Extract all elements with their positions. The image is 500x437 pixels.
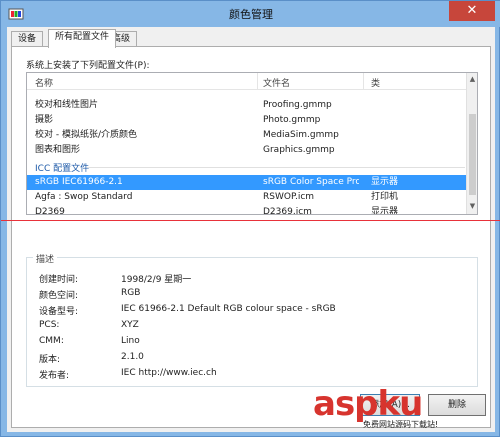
watermark-subtext: 免费网站源码下载站! xyxy=(363,420,439,429)
profile-name: 摄影 xyxy=(35,115,54,125)
list-item[interactable]: D2369 D2369.icm 显示器 xyxy=(27,205,468,215)
close-button[interactable]: ✕ xyxy=(449,1,495,21)
profile-name: 校对和线性图片 xyxy=(35,100,99,110)
scroll-thumb[interactable] xyxy=(469,114,476,195)
profiles-list[interactable]: 名称 文件名 类 校对和线性图片 Proofing.gmmp 摄影 Photo.… xyxy=(26,72,478,215)
desc-key: 创建时间: xyxy=(39,275,79,285)
color-management-window: 颜色管理 ✕ 设备 所有配置文件 高级 系统上安装了下列配置文件(P): 名称 … xyxy=(0,0,500,437)
profile-class: 显示器 xyxy=(371,177,399,187)
profile-filename: Photo.gmmp xyxy=(263,115,321,125)
profile-name: D2369 xyxy=(35,207,65,215)
profile-filename: D2369.icm xyxy=(263,207,312,215)
desc-value: IEC http://www.iec.ch xyxy=(121,368,217,378)
list-item[interactable]: Agfa : Swop Standard RSWOP.icm 打印机 xyxy=(27,190,468,205)
list-item[interactable]: 图表和图形 Graphics.gmmp xyxy=(27,143,468,158)
desc-key: 颜色空间: xyxy=(39,291,79,301)
desc-value: Lino xyxy=(121,336,140,346)
watermark-logo: aspku 免费网站源码下载站! xyxy=(313,384,493,430)
desc-value: RGB xyxy=(121,288,141,298)
profile-filename: Proofing.gmmp xyxy=(263,100,332,110)
desc-row-cmm: CMM: Lino xyxy=(39,336,469,350)
profile-class: 显示器 xyxy=(371,207,399,215)
column-separator[interactable] xyxy=(257,73,258,90)
profile-filename: MediaSim.gmmp xyxy=(263,130,339,140)
all-profiles-panel: 系统上安装了下列配置文件(P): 名称 文件名 类 校对和线性图片 Proofi… xyxy=(11,46,491,428)
desc-key: 设备型号: xyxy=(39,307,79,317)
desc-key: 发布者: xyxy=(39,371,70,381)
column-header-name[interactable]: 名称 xyxy=(35,76,53,89)
list-header: 名称 文件名 类 xyxy=(27,73,468,90)
group-divider xyxy=(87,167,465,168)
profile-name: sRGB IEC61966-2.1 xyxy=(35,177,123,187)
profile-filename: sRGB Color Space Profil... xyxy=(263,177,359,187)
profile-name: Agfa : Swop Standard xyxy=(35,192,133,202)
description-title: 描述 xyxy=(33,252,58,265)
list-item[interactable]: 校对 - 模拟纸张/介质颜色 MediaSim.gmmp xyxy=(27,128,468,143)
desc-value: IEC 61966-2.1 Default RGB colour space -… xyxy=(121,304,336,314)
desc-row-device-model: 设备型号: IEC 61966-2.1 Default RGB colour s… xyxy=(39,304,469,318)
desc-row-created: 创建时间: 1998/2/9 星期一 xyxy=(39,272,469,286)
profile-filename: RSWOP.icm xyxy=(263,192,315,202)
profiles-list-caption: 系统上安装了下列配置文件(P): xyxy=(26,61,150,71)
desc-key: CMM: xyxy=(39,336,64,346)
profile-filename: Graphics.gmmp xyxy=(263,145,335,155)
scroll-up-icon[interactable]: ▲ xyxy=(468,75,477,85)
list-item-selected[interactable]: sRGB IEC61966-2.1 sRGB Color Space Profi… xyxy=(27,175,468,190)
list-item[interactable]: 校对和线性图片 Proofing.gmmp xyxy=(27,98,468,113)
column-header-filename[interactable]: 文件名 xyxy=(263,76,290,89)
tab-all-profiles[interactable]: 所有配置文件 xyxy=(48,29,117,48)
window-title: 颜色管理 xyxy=(229,8,273,21)
desc-value: 2.1.0 xyxy=(121,352,144,362)
title-bar[interactable]: 颜色管理 ✕ xyxy=(1,1,500,27)
tab-devices[interactable]: 设备 xyxy=(11,31,44,47)
list-scrollbar[interactable]: ▲ ▼ xyxy=(466,73,477,214)
watermark-text: aspku xyxy=(313,384,423,424)
desc-key: 版本: xyxy=(39,355,61,365)
profile-name: 校对 - 模拟纸张/介质颜色 xyxy=(35,130,138,140)
group-label-icc: ICC 配置文件 xyxy=(35,164,90,174)
desc-value: 1998/2/9 星期一 xyxy=(121,275,192,285)
scroll-down-icon[interactable]: ▼ xyxy=(468,202,477,212)
desc-row-pcs: PCS: XYZ xyxy=(39,320,469,334)
red-annotation-line xyxy=(1,220,500,221)
desc-row-colorspace: 颜色空间: RGB xyxy=(39,288,469,302)
profile-class: 打印机 xyxy=(371,192,399,202)
desc-key: PCS: xyxy=(39,320,60,330)
profile-name: 图表和图形 xyxy=(35,145,81,155)
description-group: 描述 创建时间: 1998/2/9 星期一 颜色空间: RGB 设备型号: IE… xyxy=(26,252,478,387)
column-header-class[interactable]: 类 xyxy=(371,76,380,89)
desc-row-publisher: 发布者: IEC http://www.iec.ch xyxy=(39,368,469,382)
desc-value: XYZ xyxy=(121,320,139,330)
desc-row-version: 版本: 2.1.0 xyxy=(39,352,469,366)
dialog-client: 设备 所有配置文件 高级 系统上安装了下列配置文件(P): 名称 文件名 类 校… xyxy=(7,27,495,432)
column-separator[interactable] xyxy=(363,73,364,90)
list-item[interactable]: 摄影 Photo.gmmp xyxy=(27,113,468,128)
